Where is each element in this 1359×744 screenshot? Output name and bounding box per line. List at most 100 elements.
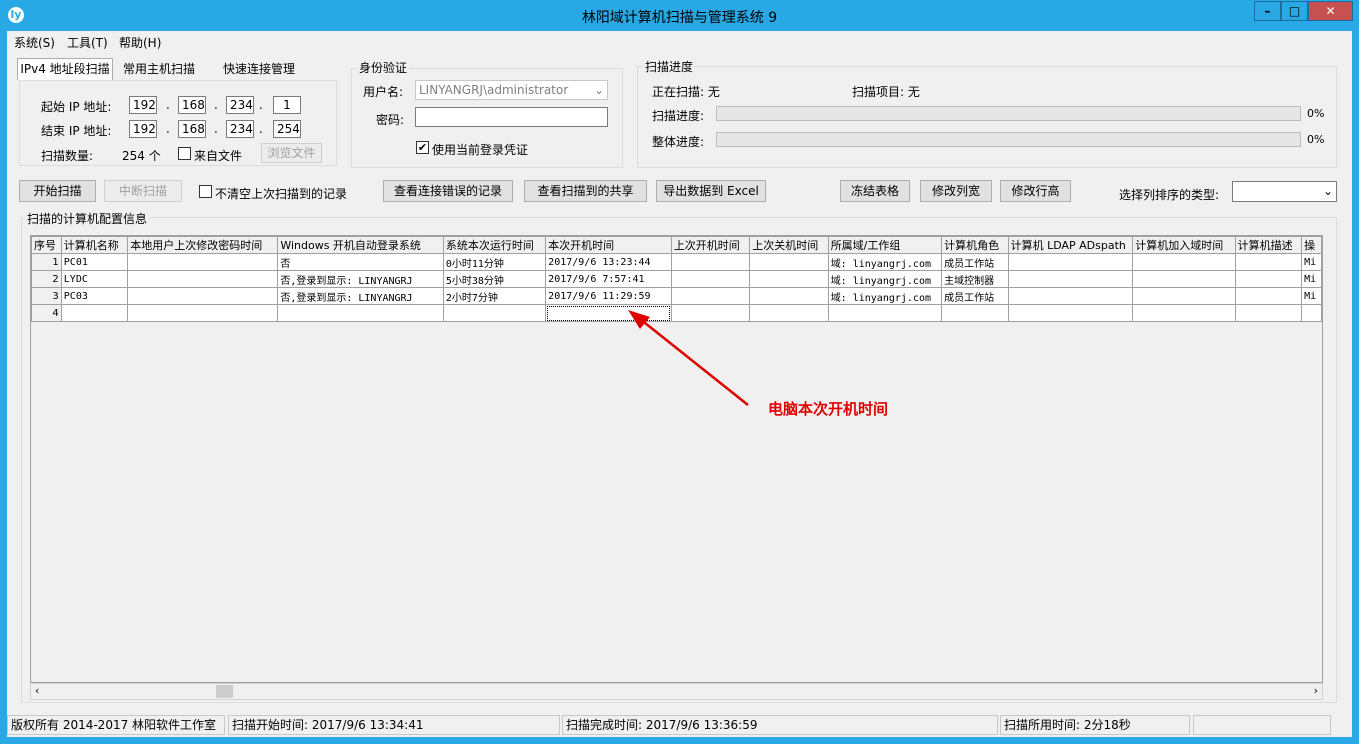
tab-common-hosts[interactable]: 常用主机扫描 xyxy=(123,61,195,77)
tab-quick-connect[interactable]: 快速连接管理 xyxy=(223,61,295,77)
table-cell[interactable] xyxy=(1007,270,1134,288)
maximize-button[interactable]: □ xyxy=(1281,1,1308,21)
table-cell[interactable] xyxy=(749,253,829,271)
tab-ipv4-scan[interactable]: IPv4 地址段扫描 xyxy=(17,58,113,80)
column-header[interactable]: 操 xyxy=(1301,236,1322,254)
stop-scan-button[interactable]: 中断扫描 xyxy=(104,180,182,202)
table-cell[interactable]: Mi xyxy=(1301,270,1322,288)
column-header[interactable]: 本次开机时间 xyxy=(545,236,672,254)
start-ip-octet-3[interactable]: 234 xyxy=(226,96,254,114)
table-cell[interactable]: Mi xyxy=(1301,287,1322,305)
keep-records-checkbox[interactable] xyxy=(199,185,212,198)
horizontal-scrollbar[interactable]: ‹ › xyxy=(30,683,1323,700)
table-cell[interactable] xyxy=(1132,287,1236,305)
export-excel-button[interactable]: 导出数据到 Excel xyxy=(656,180,766,202)
table-cell[interactable]: 成员工作站 xyxy=(941,287,1009,305)
end-ip-octet-4[interactable]: 254 xyxy=(273,120,301,138)
table-row[interactable]: 3 PC03 否,登录到显示: LINYANGRJ 2小时7分钟 2017/9/6 11… xyxy=(31,287,1322,305)
column-header[interactable]: 计算机 LDAP ADspath xyxy=(1007,236,1134,254)
sort-type-combo[interactable]: ⌄ xyxy=(1232,181,1337,202)
table-cell[interactable] xyxy=(670,253,751,271)
column-header[interactable]: 系统本次运行时间 xyxy=(442,236,547,254)
table-cell[interactable]: 否,登录到显示: LINYANGRJ xyxy=(277,287,444,305)
table-cell[interactable]: 否,登录到显示: LINYANGRJ xyxy=(277,270,444,288)
table-cell[interactable] xyxy=(1234,270,1303,288)
column-header[interactable]: 上次关机时间 xyxy=(749,236,829,254)
table-cell[interactable]: 2017/9/6 11:29:59 xyxy=(545,287,672,305)
column-header[interactable]: 计算机描述 xyxy=(1234,236,1303,254)
username-combo[interactable]: LINYANGRJ\administrator ⌄ xyxy=(415,80,608,100)
table-cell[interactable] xyxy=(670,287,751,305)
table-cell[interactable]: PC03 xyxy=(60,287,129,305)
table-cell[interactable]: 否 xyxy=(277,253,444,271)
table-cell[interactable] xyxy=(827,304,943,322)
table-cell[interactable] xyxy=(1234,287,1303,305)
table-cell[interactable] xyxy=(749,287,829,305)
view-errors-button[interactable]: 查看连接错误的记录 xyxy=(383,180,513,202)
password-input[interactable] xyxy=(415,107,608,127)
table-cell[interactable]: 成员工作站 xyxy=(941,253,1009,271)
close-button[interactable]: ✕ xyxy=(1308,1,1353,21)
title-bar[interactable]: ly 林阳域计算机扫描与管理系统 9 – □ ✕ xyxy=(0,0,1359,31)
table-cell[interactable] xyxy=(1007,304,1134,322)
end-ip-octet-1[interactable]: 192 xyxy=(129,120,157,138)
start-ip-octet-2[interactable]: 168 xyxy=(178,96,206,114)
column-header[interactable]: 序号 xyxy=(31,236,62,254)
table-cell[interactable] xyxy=(442,304,547,322)
column-header[interactable]: 计算机加入域时间 xyxy=(1132,236,1236,254)
table-cell[interactable]: Mi xyxy=(1301,253,1322,271)
table-cell[interactable]: 域: linyangrj.com xyxy=(827,287,943,305)
table-cell[interactable]: 域: linyangrj.com xyxy=(827,253,943,271)
column-header[interactable]: 计算机角色 xyxy=(941,236,1009,254)
table-cell[interactable]: 0小时11分钟 xyxy=(442,253,547,271)
table-cell[interactable] xyxy=(1132,304,1236,322)
from-file-checkbox[interactable] xyxy=(178,147,191,160)
scrollbar-thumb[interactable] xyxy=(216,685,233,698)
table-cell[interactable]: 2小时7分钟 xyxy=(442,287,547,305)
browse-file-button[interactable]: 浏览文件 xyxy=(261,143,322,163)
table-cell[interactable] xyxy=(749,270,829,288)
column-width-button[interactable]: 修改列宽 xyxy=(920,180,992,202)
start-ip-octet-1[interactable]: 192 xyxy=(129,96,157,114)
row-height-button[interactable]: 修改行高 xyxy=(1000,180,1071,202)
table-cell[interactable]: 主域控制器 xyxy=(941,270,1009,288)
menu-help[interactable]: 帮助(H) xyxy=(119,34,161,51)
start-ip-octet-4[interactable]: 1 xyxy=(273,96,301,114)
column-header[interactable]: 所属域/工作组 xyxy=(827,236,943,254)
freeze-table-button[interactable]: 冻结表格 xyxy=(840,180,910,202)
table-cell[interactable] xyxy=(1007,287,1134,305)
table-cell[interactable] xyxy=(1234,253,1303,271)
table-cell[interactable] xyxy=(1132,253,1236,271)
table-cell[interactable]: 5小时38分钟 xyxy=(442,270,547,288)
table-cell[interactable] xyxy=(127,287,279,305)
table-cell[interactable] xyxy=(277,304,444,322)
end-ip-octet-2[interactable]: 168 xyxy=(178,120,206,138)
column-header[interactable]: 本地用户上次修改密码时间 xyxy=(127,236,279,254)
menu-system[interactable]: 系统(S) xyxy=(14,34,55,51)
view-shares-button[interactable]: 查看扫描到的共享 xyxy=(524,180,647,202)
chevron-left-icon[interactable]: ‹ xyxy=(35,684,39,697)
row-index[interactable]: 3 xyxy=(31,287,62,305)
column-header[interactable]: Windows 开机自动登录系统 xyxy=(277,236,444,254)
table-cell[interactable] xyxy=(749,304,829,322)
end-ip-octet-3[interactable]: 234 xyxy=(226,120,254,138)
table-cell[interactable]: 2017/9/6 7:57:41 xyxy=(545,270,672,288)
start-scan-button[interactable]: 开始扫描 xyxy=(19,180,96,202)
table-row[interactable]: 2 LYDC 否,登录到显示: LINYANGRJ 5小时38分钟 2017/9/6 7… xyxy=(31,270,1322,288)
table-cell[interactable] xyxy=(127,304,279,322)
table-cell[interactable] xyxy=(670,270,751,288)
table-cell[interactable] xyxy=(941,304,1009,322)
menu-tools[interactable]: 工具(T) xyxy=(67,34,108,51)
row-index[interactable]: 4 xyxy=(31,304,62,322)
minimize-button[interactable]: – xyxy=(1254,1,1281,21)
table-cell[interactable]: LYDC xyxy=(60,270,129,288)
column-header[interactable]: 上次开机时间 xyxy=(670,236,751,254)
column-header[interactable]: 计算机名称 xyxy=(60,236,129,254)
table-cell[interactable]: 2017/9/6 13:23:44 xyxy=(545,253,672,271)
table-row[interactable]: 1 PC01 否 0小时11分钟 2017/9/6 13:23:44 域: linyang… xyxy=(31,253,1322,271)
table-cell[interactable] xyxy=(1301,304,1322,322)
computer-config-grid[interactable]: 序号 计算机名称 本地用户上次修改密码时间 Windows 开机自动登录系统 系统本次运… xyxy=(30,235,1323,683)
use-current-credentials-checkbox[interactable]: ✔ xyxy=(416,141,429,154)
row-index[interactable]: 1 xyxy=(31,253,62,271)
table-cell[interactable]: PC01 xyxy=(60,253,129,271)
